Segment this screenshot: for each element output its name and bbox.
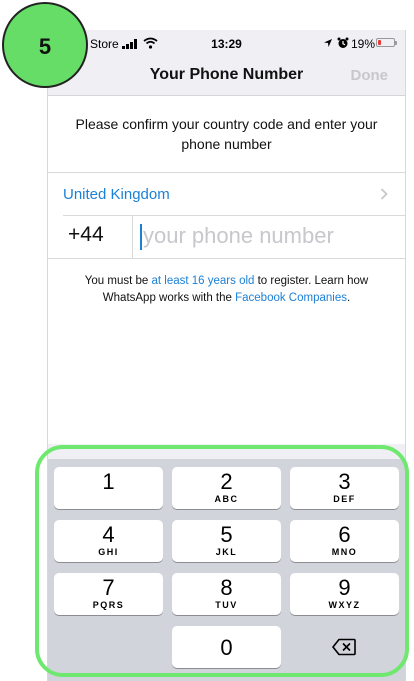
battery-icon — [376, 38, 397, 47]
navigation-bar: Your Phone Number Done — [48, 58, 405, 96]
age-note-text: . — [346, 292, 351, 304]
step-number: 5 — [38, 34, 52, 59]
location-arrow-icon — [324, 39, 332, 47]
step-number-badge: 5 — [2, 2, 88, 88]
field-separator — [132, 215, 133, 258]
status-bar: Store 13:29 19% — [48, 30, 405, 58]
age-requirement-note: You must be at least 16 years old to reg… — [58, 273, 395, 307]
age-note-text: You must be — [84, 275, 152, 287]
text-cursor — [140, 224, 142, 250]
phone-number-input[interactable] — [143, 219, 393, 253]
done-button[interactable]: Done — [351, 67, 389, 84]
divider — [48, 258, 405, 259]
instructions-text: Please confirm your country code and ent… — [75, 116, 378, 152]
phone-number-form: Please confirm your country code and ent… — [48, 96, 405, 444]
alarm-clock-icon — [337, 37, 349, 48]
phone-number-row: +44 — [48, 215, 405, 258]
country-name: United Kingdom — [63, 186, 170, 203]
facebook-companies-link[interactable]: Facebook Companies — [235, 292, 347, 304]
country-selector[interactable]: United Kingdom — [48, 173, 405, 215]
age-requirement-link[interactable]: at least 16 years old — [152, 275, 255, 287]
chevron-right-icon — [380, 188, 388, 200]
country-code[interactable]: +44 — [68, 223, 104, 247]
keypad-highlight-outline — [35, 445, 409, 677]
battery-percent: 19% — [351, 37, 376, 51]
